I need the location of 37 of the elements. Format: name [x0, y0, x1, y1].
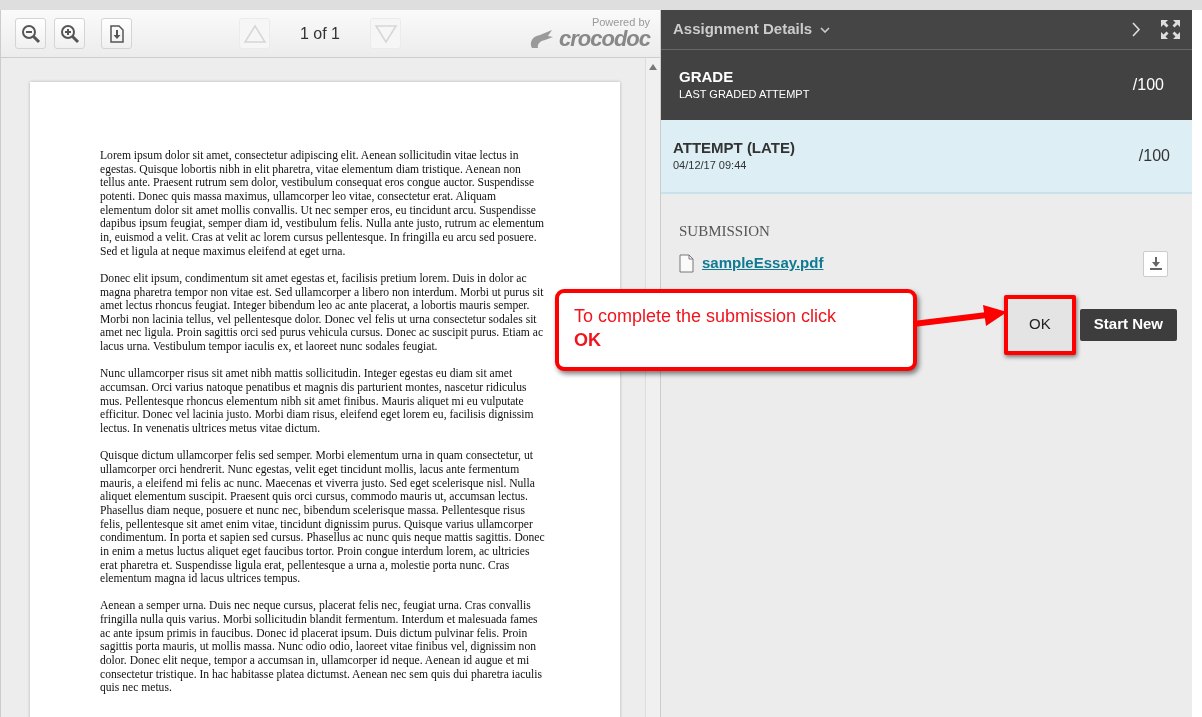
- zoom-in-button[interactable]: [54, 18, 85, 49]
- expand-icon: [1161, 20, 1180, 39]
- file-link[interactable]: sampleEssay.pdf: [702, 252, 824, 275]
- document-paragraph: Lorem ipsum dolor sit amet, consectetur adipiscing elit. Aenean sollicitudin vitae lectus in egestas. Quisque lobortis nibh in elit pharetra, vitae elementum diam tristique. Aenean non tellus ante. Praesent rutrum sem dolor, vestibulum consequat eros congue auctor. Suspendisse potenti. Donec quis massa maximus, ullamcorper leo vitae, consectetur erat. Aliquam elementum dolor sit amet mollis convallis. Ut nec semper eros, eu tincidunt arcu. Suspendisse dapibus ipsum feugiat, semper diam id, vestibulum felis. Nulla ante justo, rutrum ac elementum in, euismod a velit. Cras at velit ac lorem cursus pellentesque. In fringilla eu arcu sed posuere. Sed et ligula at neque maximus eleifend at eget urna.: [100, 149, 545, 259]
- download-icon: [109, 24, 124, 43]
- submission-heading: SUBMISSION: [679, 222, 771, 241]
- chevron-down-icon: [820, 26, 831, 33]
- scroll-up-icon: [649, 64, 657, 70]
- attempt-row[interactable]: ATTEMPT (LATE) 04/12/17 09:44 /100: [661, 120, 1192, 194]
- start-new-button[interactable]: Start New: [1079, 308, 1177, 341]
- powered-by-label: Powered by: [591, 17, 650, 28]
- grade-score: /100: [1132, 75, 1165, 95]
- grade-sublabel: LAST GRADED ATTEMPT: [679, 86, 810, 102]
- ok-button[interactable]: OK: [1003, 294, 1076, 355]
- triangle-up-icon: [242, 23, 267, 44]
- download-button[interactable]: [1143, 250, 1168, 277]
- download-button[interactable]: [101, 18, 132, 49]
- grade-label: GRADE: [679, 67, 735, 86]
- triangle-down-icon: [373, 23, 398, 44]
- document-paragraph: Donec elit ipsum, condimentum sit amet egestas et, facilisis pretium lorem. Duis in dolor ac magna pharetra tempor non vitae est. Sed ullamcorper a libero non interdum. Morbi ut purus sit amet lectus rhoncus feugiat. Integer bibendum leo ac ante placerat, a lobortis mauris semper. Morbi non lacinia tellus, vel pellentesque dolor. Donec vel felis ut urna consectetur sodales sit amet nec ligula. Proin sagittis orci sed purus vehicula cursus. Donec ac suscipit purus. Etiam ac lacus urna. Vestibulum tempor iaculis ex, et laoreet nunc sodales feugiat.: [100, 271, 545, 354]
- attempt-label: ATTEMPT (LATE): [673, 138, 795, 157]
- callout-annotation: To complete the submission click OK: [555, 289, 917, 371]
- zoom-in-icon: [59, 23, 80, 44]
- zoom-out-icon: [20, 23, 41, 44]
- document-paragraph: Nunc ullamcorper risus sit amet nibh mattis sollicitudin. Integer egestas eu diam sit amet accumsan. Orci varius natoque penatibus et magnis dis parturient montes, nascetur ridiculus mus. Pellentesque rhoncus elementum nibh sit amet finibus. Mauris aliquet mi eu vulputate efficitur. Donec vel lacinia justo. Morbi diam risus, eleifend eget lorem eu, facilisis dignissim lectus. In venenatis ultrices metus vitae dictum.: [100, 367, 535, 436]
- attempt-date: 04/12/17 09:44: [673, 157, 748, 173]
- chevron-right-icon: [1132, 22, 1141, 37]
- panel-title[interactable]: Assignment Details: [673, 18, 813, 41]
- page-indicator: 1 of 1: [299, 23, 341, 44]
- brand-name: crocodoc: [558, 28, 650, 50]
- attempt-score: /100: [1138, 146, 1171, 166]
- document-paragraph: Quisque dictum ullamcorper felis sed semper. Morbi elementum urna in quam consectetur, ut ullamcorper orci hendrerit. Nunc egestas, velit eget tincidunt mollis, lacus ante fermentum mauris, a eleifend mi felis ac nunc. Maecenas et viverra justo. Sed eget scelerisque nisl. Nulla aliquet elementum suscipit. Praesent quis orci cursus, commodo mauris ut, accumsan lectus. Phasellus diam neque, posuere et nunc nec, bibendum scelerisque massa. Pellentesque risus felis, pellentesque sit amet enim vitae, tincidunt dignissim purus. Quisque varius ullamcorper condimentum. In porta et sapien sed cursus. Phasellus ac nunc quis neque mattis sagittis. Donec in enim a metus luctus aliquet eget faucibus tortor. Proin congue interdum lorem, ac ultricies erat pharetra et. Suspendisse ligula erat, pellentesque a urna a, molestie porta nunc. Cras elementum magna id lacus ultrices tempus.: [100, 449, 546, 586]
- file-icon: [679, 254, 694, 273]
- download-icon: [1149, 257, 1162, 270]
- logo-icon: [528, 28, 555, 50]
- document-paragraph: Aenean a semper urna. Duis nec neque cursus, placerat felis nec, feugiat urna. Cras convallis fringilla nulla quis varius. Morbi sollicitudin blandit fermentum. Interdum et malesuada fames ac ante ipsum primis in faucibus. Donec id placerat ipsum. Duis dictum pulvinar felis. Proin sagittis porta mauris, ut mollis massa. Nunc odio odio, laoreet vitae finibus vel, dignissim non dolor. Donec elit neque, tempor a accumsan in, ullamcorper id neque. Aenean id augue et mi consectetur tristique. In hac habitasse platea dictumst. Aenean nec sem quis dui pharetra iaculis quis nec metus.: [100, 599, 544, 695]
- zoom-out-button[interactable]: [15, 18, 46, 49]
